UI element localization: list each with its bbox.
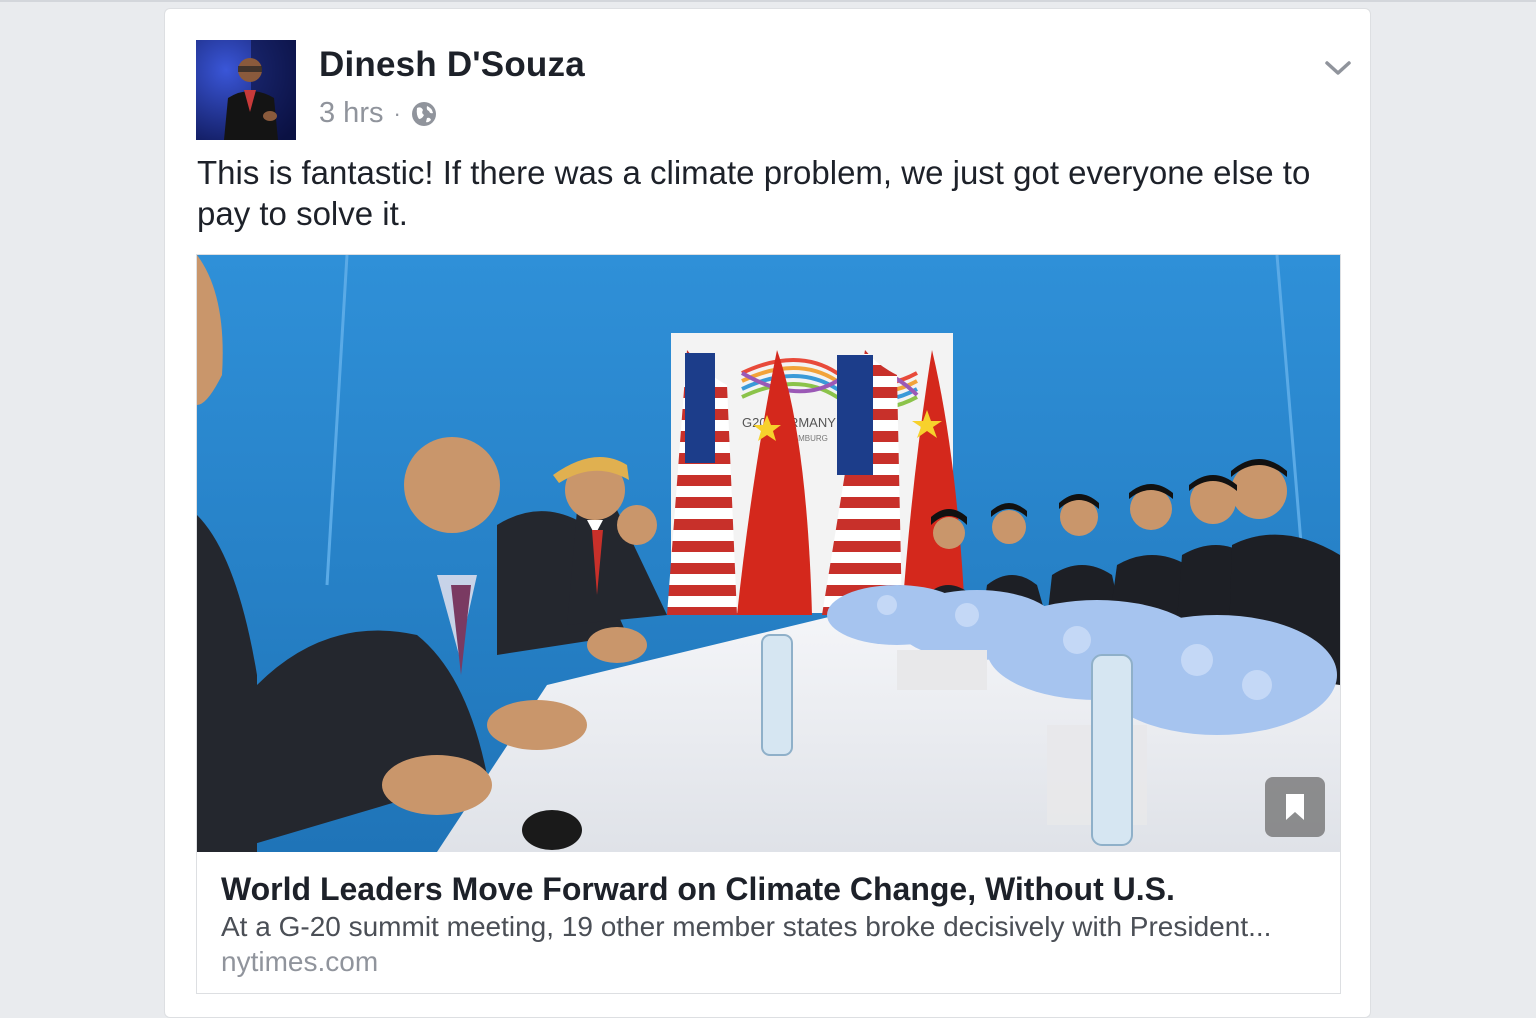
post-card: Dinesh D'Souza 3 hrs · This is fantastic… — [164, 8, 1371, 1018]
globe-icon[interactable] — [411, 101, 437, 127]
link-preview[interactable]: G20 GERMANY HAMBURG World Leaders Move F… — [196, 254, 1341, 994]
link-domain: nytimes.com — [221, 946, 379, 977]
author-avatar[interactable] — [196, 40, 296, 140]
save-link-button[interactable] — [1265, 777, 1325, 837]
top-divider — [0, 0, 1536, 2]
author-name[interactable]: Dinesh D'Souza — [319, 45, 585, 85]
link-image[interactable]: G20 GERMANY HAMBURG — [197, 255, 1340, 852]
link-description: At a G-20 summit meeting, 19 other membe… — [221, 911, 1272, 942]
avatar-photo — [196, 40, 296, 140]
meta-separator: · — [393, 100, 401, 126]
link-text-block[interactable]: World Leaders Move Forward on Climate Ch… — [221, 869, 1321, 979]
bookmark-icon — [1286, 794, 1304, 820]
chevron-down-icon[interactable] — [1323, 57, 1353, 79]
post-meta: 3 hrs · — [319, 97, 437, 130]
post-message: This is fantastic! If there was a climat… — [197, 154, 1311, 232]
summit-photo: G20 GERMANY HAMBURG — [197, 255, 1340, 852]
link-title[interactable]: World Leaders Move Forward on Climate Ch… — [221, 869, 1321, 909]
post-timestamp[interactable]: 3 hrs — [319, 97, 383, 130]
